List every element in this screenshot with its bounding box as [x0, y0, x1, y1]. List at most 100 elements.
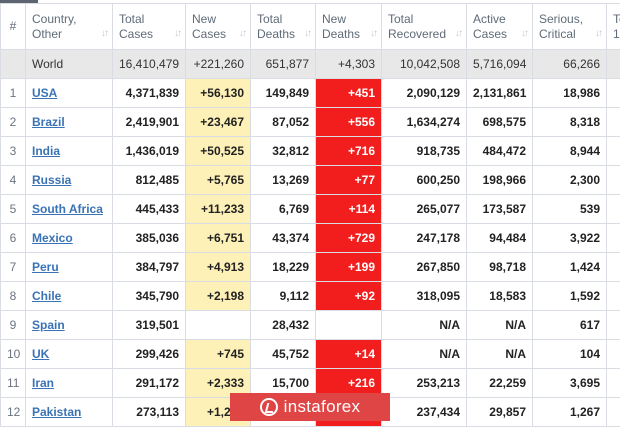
country-cell: South Africa [26, 195, 113, 224]
total-cases: 812,485 [113, 166, 186, 195]
tot-per-1m [607, 311, 620, 340]
total-recovered: 2,090,129 [382, 79, 467, 108]
total-deaths: 651,877 [251, 50, 316, 79]
header-total-cases[interactable]: TotalCases↓↑ [113, 4, 186, 50]
table-row: 8Chile345,790+2,1989,112+92318,09518,583… [1, 282, 620, 311]
new-cases: +23,467 [186, 108, 251, 137]
country-link[interactable]: Brazil [32, 115, 65, 129]
country-name: World [26, 50, 113, 79]
new-deaths: +4,303 [316, 50, 382, 79]
sort-icon[interactable]: ↓↑ [101, 26, 107, 41]
row-index [1, 50, 26, 79]
country-cell: Russia [26, 166, 113, 195]
new-cases: +2,198 [186, 282, 251, 311]
new-cases: +56,130 [186, 79, 251, 108]
tot-per-1m [607, 195, 620, 224]
country-cell: India [26, 137, 113, 166]
serious-critical: 2,300 [533, 166, 607, 195]
new-deaths: +716 [316, 137, 382, 166]
row-index: 11 [1, 369, 26, 398]
total-recovered: N/A [382, 311, 467, 340]
country-link[interactable]: Mexico [32, 231, 73, 245]
total-cases: 2,419,901 [113, 108, 186, 137]
new-cases: +221,260 [186, 50, 251, 79]
header-country[interactable]: Country,Other↓↑ [26, 4, 113, 50]
total-recovered: 600,250 [382, 166, 467, 195]
country-link[interactable]: India [32, 144, 60, 158]
sort-icon[interactable]: ↓↑ [595, 26, 601, 41]
new-deaths: +556 [316, 108, 382, 137]
row-index: 1 [1, 79, 26, 108]
active-cases: 98,718 [467, 253, 533, 282]
total-cases: 384,797 [113, 253, 186, 282]
total-deaths: 9,112 [251, 282, 316, 311]
sort-icon[interactable]: ↓↑ [174, 26, 180, 41]
header-new-cases[interactable]: NewCases↓↑ [186, 4, 251, 50]
total-deaths: 149,849 [251, 79, 316, 108]
country-cell: Peru [26, 253, 113, 282]
new-cases: +5,765 [186, 166, 251, 195]
table-row: 9Spain319,50128,432N/AN/A617 [1, 311, 620, 340]
active-cases: 198,966 [467, 166, 533, 195]
country-link[interactable]: Spain [32, 318, 65, 332]
row-index: 8 [1, 282, 26, 311]
total-deaths: 28,432 [251, 311, 316, 340]
tot-per-1m [607, 253, 620, 282]
sort-icon[interactable]: ↓↑ [521, 26, 527, 41]
table-row: 2Brazil2,419,901+23,46787,052+5561,634,2… [1, 108, 620, 137]
total-recovered: 247,178 [382, 224, 467, 253]
country-link[interactable]: Pakistan [32, 405, 81, 419]
tot-per-1m [607, 137, 620, 166]
new-cases: +745 [186, 340, 251, 369]
country-link[interactable]: USA [32, 86, 57, 100]
row-index: 3 [1, 137, 26, 166]
header-new-deaths[interactable]: NewDeaths↓↑ [316, 4, 382, 50]
header-active-cases[interactable]: ActiveCases↓↑ [467, 4, 533, 50]
new-deaths: +77 [316, 166, 382, 195]
active-cases: N/A [467, 311, 533, 340]
tot-per-1m [607, 166, 620, 195]
header-serious-critical[interactable]: Serious,Critical↓↑ [533, 4, 607, 50]
total-deaths: 45,752 [251, 340, 316, 369]
active-cases: 698,575 [467, 108, 533, 137]
header-tot-per-1m[interactable]: To1M [607, 4, 620, 50]
new-cases [186, 311, 251, 340]
header-total-deaths[interactable]: TotalDeaths↓↑ [251, 4, 316, 50]
row-index: 2 [1, 108, 26, 137]
total-deaths: 13,269 [251, 166, 316, 195]
active-cases: 173,587 [467, 195, 533, 224]
row-index: 12 [1, 398, 26, 427]
total-deaths: 18,229 [251, 253, 316, 282]
sort-icon[interactable]: ↓↑ [455, 26, 461, 41]
total-recovered: 237,434 [382, 398, 467, 427]
active-cases: 484,472 [467, 137, 533, 166]
sort-icon[interactable]: ↓↑ [239, 26, 245, 41]
table-row: 1USA4,371,839+56,130149,849+4512,090,129… [1, 79, 620, 108]
country-link[interactable]: Peru [32, 260, 59, 274]
active-cases: 5,716,094 [467, 50, 533, 79]
total-deaths: 43,374 [251, 224, 316, 253]
serious-critical: 3,922 [533, 224, 607, 253]
tot-per-1m [607, 108, 620, 137]
header-total-recovered[interactable]: TotalRecovered↓↑ [382, 4, 467, 50]
country-link[interactable]: UK [32, 347, 49, 361]
total-cases: 445,433 [113, 195, 186, 224]
total-cases: 319,501 [113, 311, 186, 340]
sort-icon[interactable]: ↓↑ [304, 26, 310, 41]
total-deaths: 32,812 [251, 137, 316, 166]
country-cell: Chile [26, 282, 113, 311]
country-cell: USA [26, 79, 113, 108]
row-index: 6 [1, 224, 26, 253]
total-recovered: N/A [382, 340, 467, 369]
new-cases: +4,913 [186, 253, 251, 282]
table-row: 4Russia812,485+5,76513,269+77600,250198,… [1, 166, 620, 195]
country-link[interactable]: Chile [32, 289, 61, 303]
country-link[interactable]: Iran [32, 376, 54, 390]
sort-icon[interactable]: ↓↑ [370, 26, 376, 41]
country-link[interactable]: Russia [32, 173, 71, 187]
country-cell: Pakistan [26, 398, 113, 427]
header-row: # Country,Other↓↑ TotalCases↓↑ NewCases↓… [1, 4, 620, 50]
country-link[interactable]: South Africa [32, 202, 103, 216]
total-recovered: 318,095 [382, 282, 467, 311]
country-cell: Iran [26, 369, 113, 398]
